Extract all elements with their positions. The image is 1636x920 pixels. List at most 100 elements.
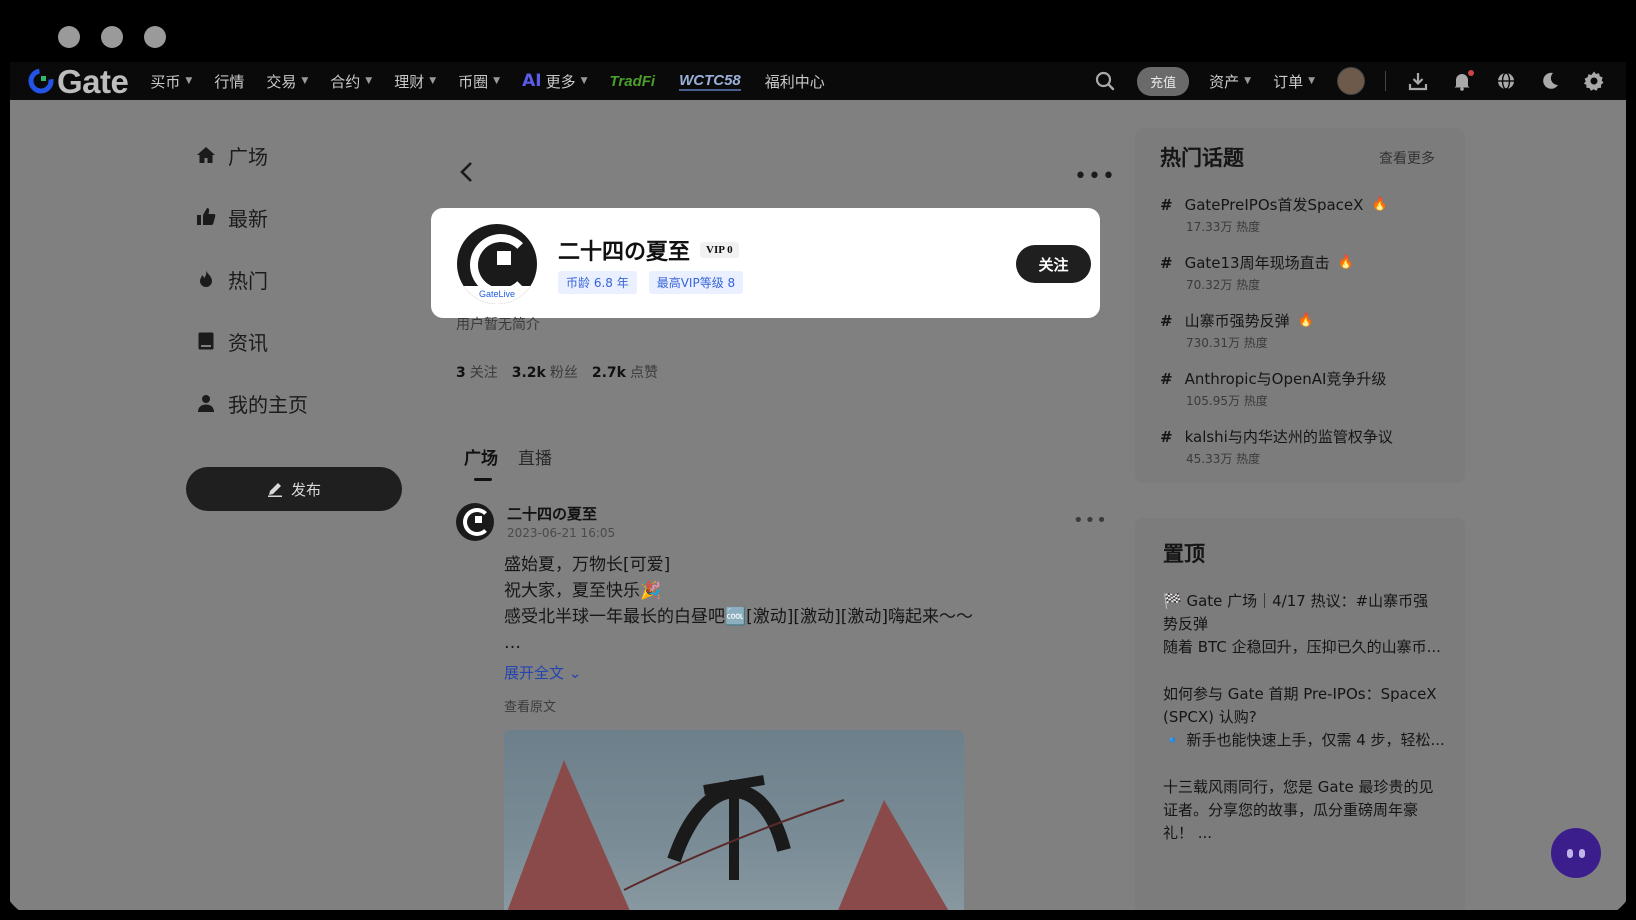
nav-item-community[interactable]: 币圈 ▼	[458, 71, 500, 92]
publish-button[interactable]: 发布	[186, 467, 402, 511]
gate-logo-text: Gate	[57, 62, 129, 100]
fire-icon: 🔥	[1337, 255, 1354, 270]
nav-item-futures[interactable]: 合约 ▼	[330, 71, 372, 92]
nav-item-trade[interactable]: 交易 ▼	[266, 71, 308, 92]
hot-topics-title: 热门话题	[1160, 146, 1244, 170]
main-nav: 买币 ▼ 行情 交易 ▼ 合约 ▼ 理财 ▼ 币圈 ▼ AI 更多 ▼ TradFi WCTC…	[150, 71, 846, 92]
minimize-window-button[interactable]	[101, 26, 123, 48]
orders-menu[interactable]: 订单 ▼	[1273, 71, 1315, 92]
post-body: 盛始夏，万物长[可爱] 祝大家，夏至快乐🎉 感受北半球一年最长的白昼吧🆒[激动]…	[504, 555, 973, 653]
nav-item-welfare[interactable]: 福利中心	[765, 71, 825, 92]
nav-item-buy[interactable]: 买币 ▼	[150, 71, 192, 92]
topic-item[interactable]: # kalshi与内华达州的监管权争议 45.33万 热度	[1160, 426, 1393, 467]
top-right-toolbar: 充值 资产 ▼ 订单 ▼	[1093, 62, 1626, 100]
tag-account-age: 币龄 6.8 年	[558, 271, 637, 294]
chevron-down-icon: ▼	[185, 76, 193, 86]
follow-button[interactable]: 关注	[1016, 245, 1091, 283]
topic-item[interactable]: # Gate13周年现场直击 🔥 70.32万 热度	[1160, 252, 1354, 293]
stat-followers[interactable]: 3.2k 粉丝	[512, 362, 578, 382]
topic-item[interactable]: # GatePreIPOs首发SpaceX 🔥 17.33万 热度	[1160, 194, 1388, 235]
pinned-title: 置顶	[1163, 542, 1205, 566]
profile-card: GateLive 二十四の夏至 VIP 0 币龄 6.8 年 最高VIP等级 8…	[431, 208, 1100, 318]
pinned-item[interactable]: 如何参与 Gate 首期 Pre-IPOs：SpaceX (SPCX) 认购? …	[1163, 683, 1445, 752]
thumbs-up-icon	[197, 208, 216, 225]
post-timestamp: 2023-06-21 16:05	[507, 526, 616, 540]
more-options-icon[interactable]: •••	[1074, 164, 1116, 189]
chevron-down-icon: ▼	[493, 76, 501, 86]
watermelon-illustration	[507, 760, 949, 910]
chevron-down-icon: ▼	[301, 76, 309, 86]
chevron-down-icon: ▼	[1308, 76, 1315, 86]
tab-live[interactable]: 直播	[518, 444, 552, 469]
chevron-down-icon: ⌄	[568, 664, 582, 682]
chevron-down-icon: ▼	[365, 76, 373, 86]
chevron-down-icon: ▼	[1244, 76, 1252, 86]
search-icon[interactable]	[1093, 69, 1117, 93]
pinned-item[interactable]: 🏁 Gate 广场｜4/17 热议：#山寨币强势反弹 随着 BTC 企稳回升，压…	[1163, 590, 1443, 659]
nav-item-earn[interactable]: 理财 ▼	[394, 71, 436, 92]
user-icon	[198, 395, 214, 412]
ai-icon: AI	[522, 71, 542, 91]
tag-max-vip: 最高VIP等级 8	[648, 271, 744, 294]
post-author-name[interactable]: 二十四の夏至	[507, 503, 597, 524]
top-navbar: Gate 买币 ▼ 行情 交易 ▼ 合约 ▼ 理财 ▼ 币圈 ▼ AI 更多 ▼ TradFi…	[10, 62, 1626, 100]
hashtag-icon: #	[1160, 253, 1173, 272]
browser-window: Gate 买币 ▼ 行情 交易 ▼ 合约 ▼ 理财 ▼ 币圈 ▼ AI 更多 ▼ TradFi…	[0, 0, 1636, 920]
hashtag-icon: #	[1160, 369, 1173, 388]
post-image[interactable]	[504, 730, 964, 910]
globe-icon[interactable]	[1494, 69, 1518, 93]
see-more-link[interactable]: 查看更多	[1379, 148, 1435, 168]
gate-logo-icon	[28, 68, 54, 94]
sidebar-item-news[interactable]: 资讯	[196, 326, 416, 356]
post-more-icon[interactable]: •••	[1073, 510, 1108, 531]
fire-icon: 🔥	[1371, 197, 1388, 212]
pencil-icon	[267, 483, 282, 497]
post-author-avatar[interactable]	[456, 503, 494, 541]
hot-topics-panel: 热门话题 查看更多 # GatePreIPOs首发SpaceX 🔥 17.33万 热…	[1135, 128, 1465, 483]
pinned-item[interactable]: 十三载风雨同行，您是 Gate 最珍贵的见证者。分享您的故事，瓜分重磅周年豪礼！…	[1163, 776, 1443, 845]
hashtag-icon: #	[1160, 427, 1173, 446]
view-original-link[interactable]: 查看原文	[504, 696, 556, 715]
stat-likes: 2.7k 点赞	[591, 365, 658, 381]
profile-tabs: 广场 直播	[464, 444, 552, 481]
sidebar-item-latest[interactable]: 最新	[196, 202, 416, 232]
chat-assistant-button[interactable]	[1551, 828, 1601, 878]
expand-post-link[interactable]: 展开全文 ⌄	[504, 662, 581, 683]
gate-logo[interactable]: Gate	[28, 62, 129, 100]
user-avatar[interactable]	[1337, 67, 1365, 95]
news-icon	[198, 332, 214, 350]
back-arrow-icon[interactable]	[458, 160, 476, 184]
profile-name: 二十四の夏至 VIP 0	[558, 234, 739, 266]
hashtag-icon: #	[1160, 311, 1173, 330]
profile-tags: 币龄 6.8 年 最高VIP等级 8	[558, 271, 744, 294]
sidebar-item-square[interactable]: 广场	[196, 140, 416, 170]
hashtag-icon: #	[1160, 195, 1173, 214]
nav-item-wctc[interactable]: WCTC58	[679, 72, 741, 91]
deposit-button[interactable]: 充值	[1137, 66, 1190, 96]
assets-menu[interactable]: 资产 ▼	[1209, 71, 1251, 92]
tab-square[interactable]: 广场	[464, 444, 498, 481]
nav-item-more[interactable]: AI 更多 ▼	[522, 71, 587, 92]
stat-following[interactable]: 3 关注	[456, 362, 498, 382]
download-icon[interactable]	[1406, 69, 1430, 93]
close-window-button[interactable]	[58, 26, 80, 48]
fire-icon	[200, 270, 212, 287]
bell-icon[interactable]	[1450, 69, 1474, 93]
moon-icon[interactable]	[1538, 69, 1562, 93]
nav-item-tradfi[interactable]: TradFi	[610, 73, 656, 90]
page-content: 广场 最新 热门 资讯 我的主页 发布 ••• GateLive 二十四の夏至 …	[10, 100, 1626, 910]
chevron-down-icon: ▼	[580, 76, 588, 86]
profile-avatar[interactable]: GateLive	[457, 224, 537, 304]
profile-stats: 3 关注 3.2k 粉丝 2.7k 点赞	[456, 362, 658, 382]
sidebar-item-hot[interactable]: 热门	[196, 264, 416, 294]
chevron-down-icon: ▼	[429, 76, 437, 86]
fire-icon: 🔥	[1297, 313, 1314, 328]
divider	[1385, 71, 1386, 91]
topic-item[interactable]: # Anthropic与OpenAI竞争升级 105.95万 热度	[1160, 368, 1386, 409]
sidebar-item-profile[interactable]: 我的主页	[196, 388, 416, 418]
gear-icon[interactable]	[1582, 69, 1606, 93]
vip-badge: VIP 0	[700, 242, 739, 258]
nav-item-market[interactable]: 行情	[214, 71, 244, 92]
topic-item[interactable]: # 山寨币强势反弹 🔥 730.31万 热度	[1160, 310, 1314, 351]
maximize-window-button[interactable]	[144, 26, 166, 48]
